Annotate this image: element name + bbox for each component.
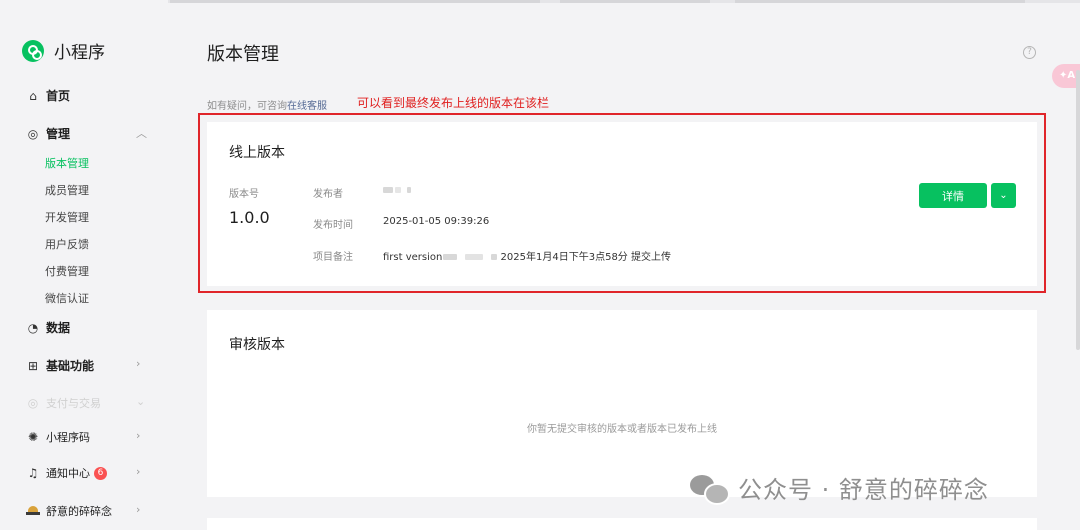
online-service-link[interactable]: 在线客服 [287,101,327,112]
sidebar: 小程序 ⌂ 首页 ◎ 管理 ︿ 版本管理 成员管理 开发管理 用户反馈 付费管理… [0,0,168,530]
pie-chart-icon: ◔ [27,320,39,335]
sidebar-item-payment[interactable]: ◎ 支付与交易 ⌄ [26,395,145,411]
help-hint: 如有疑问，可咨询在线客服 [207,97,327,112]
review-version-title: 审核版本 [229,337,285,353]
sun-code-icon: ✺ [27,430,39,444]
help-icon[interactable]: ? [1023,46,1036,59]
sidebar-item-notice[interactable]: ♫ 通知中心 6 › [26,465,141,481]
notice-badge: 6 [94,466,107,480]
grid-icon: ⊞ [27,358,39,373]
settings-icon: ◎ [27,126,39,141]
chevron-up-icon: ︿ [136,127,147,140]
wechat-logo-icon [690,473,730,505]
sidebar-item-label: 数据 [46,321,71,335]
sidebar-item-label: 基础功能 [46,359,95,373]
sidebar-item-user-feedback[interactable]: 用户反馈 [45,236,89,252]
help-hint-text: 如有疑问，可咨询 [207,101,287,112]
chevron-right-icon: › [136,357,141,370]
sidebar-item-version-manage[interactable]: 版本管理 [45,155,89,171]
sidebar-item-paid-manage[interactable]: 付费管理 [45,263,89,279]
sidebar-item-label: 支付与交易 [46,397,101,410]
chevron-down-icon: ⌄ [136,395,146,408]
page-title: 版本管理 [207,44,279,65]
review-version-card: 你暂无提交审核的版本或者版本已发布上线 [207,310,1037,497]
sidebar-item-account[interactable]: 舒意的碎碎念 › [26,503,140,519]
chevron-right-icon: › [136,465,141,478]
sidebar-item-basic-features[interactable]: ⊞ 基础功能 › [26,357,140,374]
scrollbar[interactable] [1076,70,1080,350]
sidebar-item-wechat-verify[interactable]: 微信认证 [45,290,89,306]
sidebar-item-home[interactable]: ⌂ 首页 [26,87,70,104]
sidebar-item-dev-manage[interactable]: 开发管理 [45,209,89,225]
next-card [207,518,1037,530]
sidebar-item-label: 首页 [46,89,71,103]
payment-icon: ◎ [27,396,39,410]
annotation-highlight-box [198,113,1046,293]
sidebar-item-label: 小程序码 [46,431,90,444]
sidebar-item-label: 通知中心 [46,467,90,480]
sidebar-item-data[interactable]: ◔ 数据 [26,319,70,336]
sidebar-item-member-manage[interactable]: 成员管理 [45,182,89,198]
home-icon: ⌂ [29,88,37,103]
sidebar-item-qrcode[interactable]: ✺ 小程序码 › [26,429,140,445]
brand[interactable]: 小程序 [22,38,105,63]
annotation-text: 可以看到最终发布上线的版本在该栏 [357,96,550,110]
miniprogram-logo-icon [22,39,44,62]
watermark-text: 公众号 · 舒意的碎碎念 [738,476,989,504]
bell-icon: ♫ [27,466,39,480]
avatar [26,506,40,516]
chevron-right-icon: › [136,503,141,516]
sidebar-item-label: 管理 [46,127,71,141]
sidebar-item-label: 舒意的碎碎念 [46,505,112,518]
review-empty-text: 你暂无提交审核的版本或者版本已发布上线 [527,424,717,435]
watermark: 公众号 · 舒意的碎碎念 [690,470,989,505]
chevron-right-icon: › [136,429,141,442]
sidebar-item-manage[interactable]: ◎ 管理 ︿ [26,125,147,142]
brand-name: 小程序 [54,43,105,63]
